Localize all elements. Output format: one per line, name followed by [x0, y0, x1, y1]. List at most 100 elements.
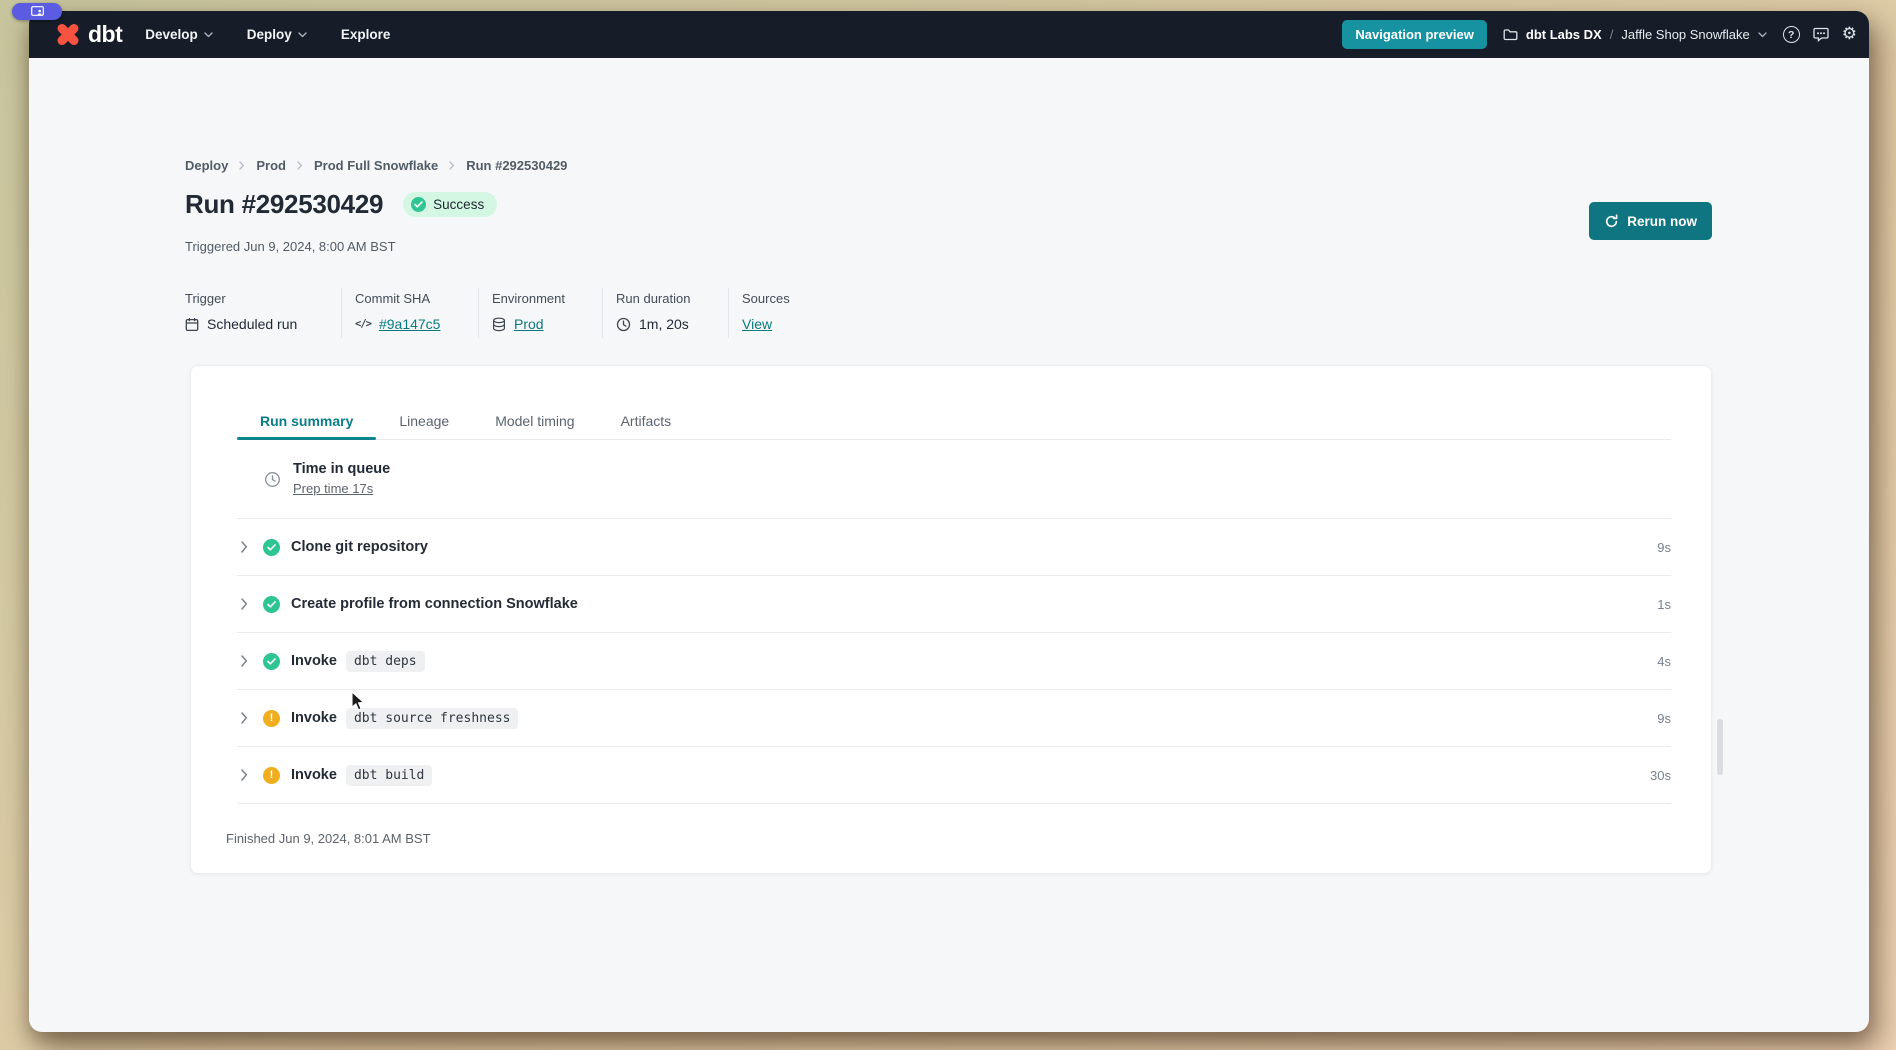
- meta-commit-sha: Commit SHA </> #9a147c5: [355, 288, 479, 338]
- step-label: Invoke: [291, 710, 337, 726]
- rerun-now-button[interactable]: Rerun now: [1589, 202, 1712, 240]
- meta-label: Environment: [492, 291, 602, 306]
- breadcrumb-item-deploy[interactable]: Deploy: [185, 158, 228, 173]
- nav-item-develop[interactable]: Develop: [145, 27, 213, 42]
- step-duration: 9s: [1657, 711, 1671, 726]
- step-command-code: dbt source freshness: [346, 708, 519, 729]
- code-icon: </>: [355, 318, 371, 330]
- triggered-timestamp: Triggered Jun 9, 2024, 8:00 AM BST: [185, 239, 396, 254]
- nav-item-deploy[interactable]: Deploy: [247, 27, 307, 42]
- top-navbar: dbt Develop Deploy Explore Navigation pr…: [29, 11, 1869, 58]
- step-row-create-profile[interactable]: Create profile from connection Snowflake…: [237, 576, 1671, 633]
- tab-model-timing[interactable]: Model timing: [472, 403, 597, 439]
- nav-item-explore[interactable]: Explore: [341, 27, 391, 42]
- chevron-down-icon: [204, 32, 213, 38]
- breadcrumb-item-run: Run #292530429: [466, 158, 567, 173]
- title-row: Run #292530429 Success: [185, 189, 497, 220]
- tab-artifacts[interactable]: Artifacts: [598, 403, 695, 439]
- calendar-icon: [185, 317, 199, 332]
- screen-share-icon: [31, 6, 44, 17]
- navbar-right: Navigation preview dbt Labs DX / Jaffle …: [1342, 20, 1857, 49]
- tab-run-summary[interactable]: Run summary: [237, 403, 376, 439]
- step-command-code: dbt build: [346, 765, 432, 786]
- step-label: Invoke: [291, 653, 337, 669]
- account-name: dbt Labs DX: [1526, 27, 1602, 42]
- check-circle-icon: [411, 197, 426, 212]
- expand-chevron-icon[interactable]: [241, 769, 248, 781]
- step-label: Create profile from connection Snowflake: [291, 596, 578, 612]
- chevron-right-icon: [239, 161, 245, 170]
- project-name: Jaffle Shop Snowflake: [1621, 27, 1749, 42]
- commit-sha-link[interactable]: #9a147c5: [379, 316, 441, 332]
- success-check-icon: [263, 653, 280, 670]
- refresh-icon: [1604, 214, 1619, 229]
- step-duration: 1s: [1657, 597, 1671, 612]
- step-duration: 4s: [1657, 654, 1671, 669]
- step-label: Clone git repository: [291, 539, 428, 555]
- tab-lineage[interactable]: Lineage: [376, 403, 472, 439]
- folder-icon: [1503, 28, 1518, 41]
- navbar-icons: ? ⚙: [1783, 26, 1857, 43]
- step-row-dbt-deps[interactable]: Invoke dbt deps 4s: [237, 633, 1671, 690]
- queue-title: Time in queue: [293, 461, 390, 477]
- meta-label: Sources: [742, 291, 804, 306]
- rerun-now-label: Rerun now: [1627, 214, 1697, 229]
- chevron-right-icon: [449, 161, 455, 170]
- meta-label: Trigger: [185, 291, 341, 306]
- sources-view-link[interactable]: View: [742, 316, 772, 332]
- step-row-dbt-source-freshness[interactable]: ! Invoke dbt source freshness 9s: [237, 690, 1671, 747]
- browser-extension-badge[interactable]: [12, 3, 62, 20]
- expand-chevron-icon[interactable]: [241, 655, 248, 667]
- chevron-right-icon: [297, 161, 303, 170]
- success-check-icon: [263, 596, 280, 613]
- meta-label: Run duration: [616, 291, 728, 306]
- expand-chevron-icon[interactable]: [241, 712, 248, 724]
- database-icon: [492, 317, 506, 332]
- chevron-down-icon: [1758, 32, 1767, 38]
- time-in-queue-row: Time in queue Prep time 17s: [237, 440, 1671, 519]
- expand-chevron-icon[interactable]: [241, 598, 248, 610]
- status-label: Success: [433, 197, 484, 212]
- step-command-code: dbt deps: [346, 651, 425, 672]
- dbt-logo[interactable]: dbt: [53, 20, 122, 50]
- tab-bar: Run summary Lineage Model timing Artifac…: [237, 403, 1671, 440]
- feedback-icon[interactable]: [1813, 27, 1829, 42]
- environment-link[interactable]: Prod: [514, 316, 544, 332]
- clock-icon: [616, 317, 631, 332]
- breadcrumb: Deploy Prod Prod Full Snowflake Run #292…: [185, 158, 567, 173]
- expand-chevron-icon[interactable]: [241, 541, 248, 553]
- app-window: dbt Develop Deploy Explore Navigation pr…: [29, 11, 1869, 1032]
- meta-trigger: Trigger Scheduled run: [185, 288, 342, 338]
- meta-sources: Sources View: [742, 288, 804, 338]
- step-label: Invoke: [291, 767, 337, 783]
- status-badge: Success: [403, 192, 497, 217]
- scrollbar-thumb[interactable]: [1717, 719, 1723, 775]
- dbt-logo-text: dbt: [88, 21, 122, 48]
- run-summary-card: Run summary Lineage Model timing Artifac…: [190, 365, 1712, 874]
- warning-icon: !: [263, 767, 280, 784]
- step-duration: 30s: [1650, 768, 1671, 783]
- meta-environment: Environment Prod: [492, 288, 603, 338]
- prep-time-link[interactable]: Prep time 17s: [293, 481, 373, 496]
- dbt-logo-icon: [53, 20, 83, 50]
- account-project-selector[interactable]: dbt Labs DX / Jaffle Shop Snowflake: [1503, 27, 1767, 42]
- main-nav: Develop Deploy Explore: [145, 27, 390, 42]
- meta-run-duration: Run duration 1m, 20s: [616, 288, 729, 338]
- account-separator: /: [1610, 27, 1614, 42]
- run-duration-value: 1m, 20s: [639, 316, 689, 332]
- breadcrumb-item-prod[interactable]: Prod: [256, 158, 286, 173]
- clock-icon: [264, 471, 281, 488]
- run-meta-row: Trigger Scheduled run Commit SHA </> #9a…: [185, 288, 804, 338]
- step-row-clone-git[interactable]: Clone git repository 9s: [237, 519, 1671, 576]
- run-detail-page: Deploy Prod Prod Full Snowflake Run #292…: [29, 58, 1869, 1032]
- step-row-dbt-build[interactable]: ! Invoke dbt build 30s: [237, 747, 1671, 804]
- chevron-down-icon: [298, 32, 307, 38]
- page-title: Run #292530429: [185, 189, 383, 220]
- breadcrumb-item-job[interactable]: Prod Full Snowflake: [314, 158, 438, 173]
- success-check-icon: [263, 539, 280, 556]
- step-duration: 9s: [1657, 540, 1671, 555]
- help-icon[interactable]: ?: [1783, 26, 1800, 43]
- gear-icon[interactable]: ⚙: [1842, 26, 1857, 43]
- navigation-preview-button[interactable]: Navigation preview: [1342, 20, 1486, 49]
- meta-label: Commit SHA: [355, 291, 478, 306]
